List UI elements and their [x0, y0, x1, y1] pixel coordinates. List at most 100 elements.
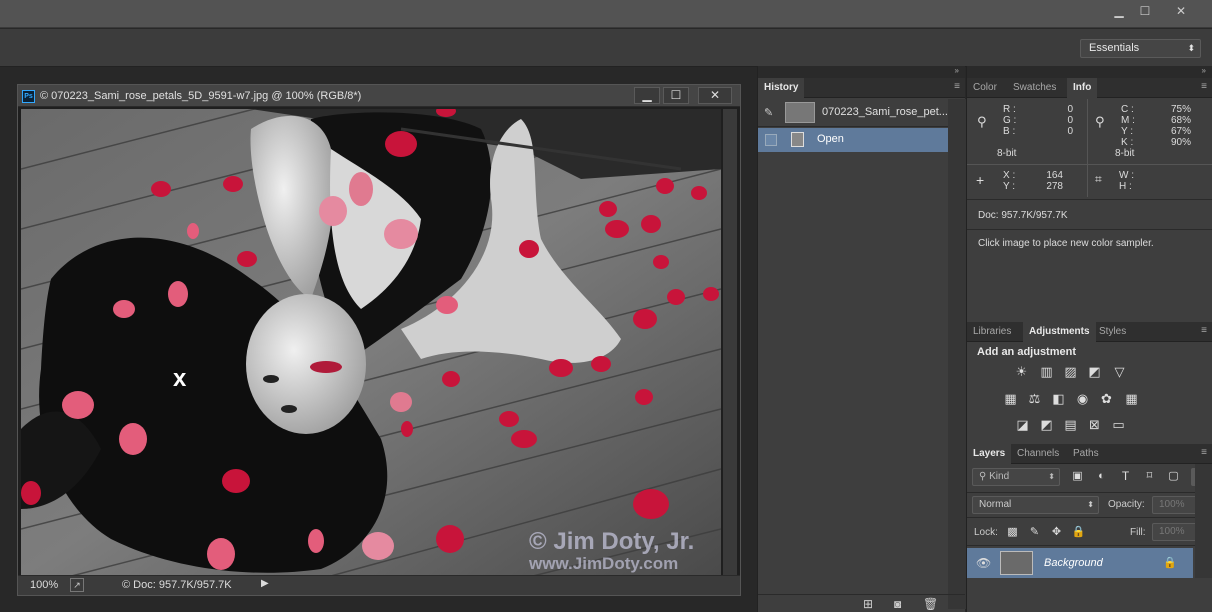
rgb-values: R :0 G :0 B :0	[1003, 104, 1073, 137]
layer-filter-select[interactable]: ⚲ Kind ⬍	[972, 468, 1060, 486]
lock-icon: 🔒	[1163, 557, 1177, 569]
layer-name[interactable]: Background	[1044, 557, 1103, 569]
info-hint: Click image to place new color sampler.	[978, 238, 1154, 249]
panel-menu-icon[interactable]: ≡	[1201, 447, 1207, 458]
collapse-icon[interactable]: »	[1202, 66, 1206, 75]
filter-type-icon[interactable]: T	[1118, 469, 1133, 484]
black-white-icon[interactable]: ◧	[1051, 391, 1066, 406]
lock-all-icon[interactable]: 🔒	[1071, 525, 1086, 540]
y-value: 67%	[1170, 126, 1191, 137]
info-readouts: ⚲ R :0 G :0 B :0 8-bit ⚲ C :75% M :68% Y…	[967, 99, 1212, 197]
eyedropper-cmyk-icon[interactable]: ⚲	[1095, 114, 1105, 130]
b-value: 0	[1067, 126, 1073, 137]
panel-collapse-bar-right[interactable]: »	[967, 66, 1212, 78]
history-scrollbar[interactable]	[948, 99, 966, 609]
doc-minimize-button[interactable]: ▁	[634, 87, 660, 104]
tab-libraries[interactable]: Libraries	[967, 322, 1017, 342]
vertical-scrollbar[interactable]	[723, 109, 737, 576]
history-item[interactable]: Open	[758, 128, 948, 152]
photo-filter-icon[interactable]: ◉	[1075, 391, 1090, 406]
y-coord-value: 278	[1046, 181, 1063, 192]
trash-icon[interactable]: 🗑	[923, 597, 938, 611]
adjustments-tabbar: Libraries Adjustments Styles ≡	[967, 322, 1212, 342]
panel-collapse-bar[interactable]: »	[758, 66, 965, 78]
sampler-marker: x	[173, 365, 187, 392]
camera-icon[interactable]: ◙	[894, 597, 901, 611]
document-status-bar: 100% ↗ © Doc: 957.7K/957.7K ▶	[18, 575, 740, 595]
eye-icon[interactable]: 👁	[976, 556, 991, 570]
tab-color[interactable]: Color	[967, 78, 1003, 98]
g-value: 0	[1067, 115, 1073, 126]
selective-color-icon[interactable]: ⊠	[1087, 417, 1102, 432]
doc-close-button[interactable]: ✕	[698, 87, 732, 104]
tab-layers[interactable]: Layers	[967, 444, 1012, 464]
tab-channels[interactable]: Channels	[1011, 444, 1065, 464]
history-brush-icon[interactable]: ✎	[764, 106, 773, 119]
invert-icon[interactable]: ◪	[1015, 417, 1030, 432]
panel-menu-icon[interactable]: ≡	[1201, 81, 1207, 92]
lock-label: Lock:	[974, 527, 998, 538]
share-icon[interactable]: ↗	[70, 578, 84, 592]
divider	[1087, 99, 1088, 197]
tab-adjustments[interactable]: Adjustments	[1023, 322, 1096, 342]
crosshair-icon: +	[976, 172, 985, 188]
xy-values: X :164 Y :278	[1003, 170, 1063, 192]
lock-image-icon[interactable]: ✎	[1027, 525, 1042, 540]
threshold-icon[interactable]: ▤	[1063, 417, 1078, 432]
minimize-button[interactable]: ▁	[1105, 2, 1133, 20]
tab-paths[interactable]: Paths	[1067, 444, 1105, 464]
info-tabbar: Color Swatches Info ≡	[967, 78, 1212, 98]
updown-icon: ⬍	[1048, 472, 1055, 481]
posterize-icon[interactable]: ◩	[1039, 417, 1054, 432]
tab-styles[interactable]: Styles	[1093, 322, 1132, 342]
workspace-switcher[interactable]: Essentials ⬍	[1080, 39, 1201, 58]
levels-icon[interactable]: ▥	[1039, 364, 1054, 379]
filter-adjustment-icon[interactable]: ◐	[1094, 469, 1109, 484]
gradient-map-icon[interactable]: ▭	[1111, 417, 1126, 432]
image-canvas[interactable]: © Jim Doty, Jr. www.JimDoty.com x	[21, 109, 721, 576]
panel-menu-icon[interactable]: ≡	[1201, 325, 1207, 336]
panel-menu-icon[interactable]: ≡	[954, 81, 960, 92]
zoom-level[interactable]: 100%	[30, 579, 58, 591]
channel-mixer-icon[interactable]: ✿	[1099, 391, 1114, 406]
blend-mode-select[interactable]: Normal ⬍	[972, 496, 1099, 514]
doc-maximize-button[interactable]: ☐	[663, 87, 689, 104]
history-footer: ⊞ ◙ 🗑	[758, 594, 965, 612]
curves-icon[interactable]: ▨	[1063, 364, 1078, 379]
photoshop-icon: Ps	[22, 90, 35, 103]
color-balance-icon[interactable]: ⚖	[1027, 391, 1042, 406]
color-lookup-icon[interactable]: ▦	[1124, 391, 1139, 406]
document-tab[interactable]: Ps © 070223_Sami_rose_petals_5D_9591-w7.…	[18, 85, 740, 107]
filter-shape-icon[interactable]: ⌑	[1142, 469, 1157, 484]
history-snapshot[interactable]: ✎ 070223_Sami_rose_pet...	[758, 99, 965, 127]
opacity-label: Opacity:	[1108, 499, 1145, 510]
exposure-icon[interactable]: ◩	[1087, 364, 1102, 379]
layer-row[interactable]: 👁 Background 🔒	[967, 548, 1193, 578]
snapshot-thumbnail	[785, 102, 815, 123]
tab-info[interactable]: Info	[1067, 78, 1098, 98]
eyedropper-icon[interactable]: ⚲	[977, 114, 987, 130]
history-state-checkbox[interactable]	[765, 134, 777, 146]
lock-transparency-icon[interactable]: ▩	[1005, 525, 1020, 540]
document-window[interactable]: Ps © 070223_Sami_rose_petals_5D_9591-w7.…	[17, 84, 741, 596]
info-separator-2	[967, 199, 1212, 200]
blend-mode-value: Normal	[979, 499, 1012, 510]
layers-scrollbar[interactable]	[1195, 464, 1212, 578]
close-window-button[interactable]: ✕	[1167, 2, 1195, 20]
photo-rendering: © Jim Doty, Jr. www.JimDoty.com x	[21, 109, 721, 576]
tab-swatches[interactable]: Swatches	[1007, 78, 1062, 98]
filter-smart-object-icon[interactable]: ▢	[1166, 469, 1181, 484]
maximize-button[interactable]: ☐	[1131, 2, 1159, 20]
tab-history[interactable]: History	[758, 78, 805, 98]
hue-saturation-icon[interactable]: ▦	[1003, 391, 1018, 406]
selection-size-icon: ⌗	[1095, 172, 1102, 186]
status-menu-arrow-icon[interactable]: ▶	[261, 578, 269, 589]
lock-position-icon[interactable]: ✥	[1049, 525, 1064, 540]
m-value: 68%	[1170, 115, 1191, 126]
vibrance-icon[interactable]: ▽	[1112, 364, 1127, 379]
collapse-icon[interactable]: »	[955, 66, 959, 75]
search-icon: ⚲	[979, 471, 990, 482]
brightness-contrast-icon[interactable]: ☀	[1014, 364, 1029, 379]
new-document-icon[interactable]: ⊞	[863, 597, 873, 611]
filter-pixel-icon[interactable]: ▣	[1070, 469, 1085, 484]
